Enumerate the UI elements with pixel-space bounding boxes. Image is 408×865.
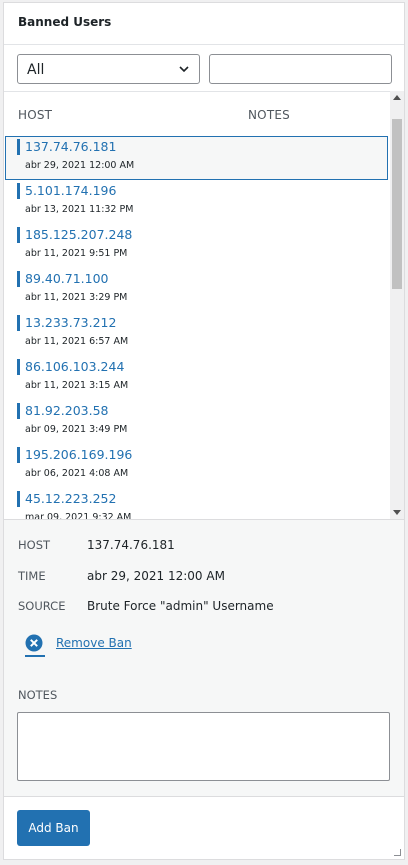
detail-host-label: HOST: [18, 538, 51, 552]
column-header-host: HOST: [18, 108, 53, 122]
row-indicator-bar: [17, 403, 20, 419]
remove-ban-label[interactable]: Remove Ban: [56, 636, 132, 650]
list-item[interactable]: 185.125.207.248 abr 11, 2021 9:51 PM: [5, 224, 389, 268]
notes-label: NOTES: [18, 688, 58, 702]
ban-detail: HOST 137.74.76.181 TIME abr 29, 2021 12:…: [4, 519, 404, 797]
row-date: abr 11, 2021 6:57 AM: [25, 336, 129, 347]
list-item[interactable]: 195.206.169.196 abr 06, 2021 4:08 AM: [5, 444, 389, 488]
chevron-down-icon: [179, 66, 189, 73]
list-rows: 137.74.76.181 abr 29, 2021 12:00 AM 5.101.…: [4, 136, 390, 519]
filter-select[interactable]: All: [17, 54, 200, 84]
row-host-ip[interactable]: 89.40.71.100: [25, 271, 109, 286]
search-input[interactable]: [209, 54, 392, 84]
column-header-notes: NOTES: [248, 108, 290, 122]
list-item[interactable]: 13.233.73.212 abr 11, 2021 6:57 AM: [5, 312, 389, 356]
list-item[interactable]: 5.101.174.196 abr 13, 2021 11:32 PM: [5, 180, 389, 224]
row-indicator-bar: [17, 139, 20, 155]
row-indicator-bar: [17, 359, 20, 375]
row-host-ip[interactable]: 45.12.223.252: [25, 491, 116, 506]
scroll-down-arrow[interactable]: [393, 510, 401, 515]
list-scrollbar[interactable]: [390, 91, 404, 519]
title-divider: [4, 44, 404, 45]
row-host-ip[interactable]: 86.106.103.244: [25, 359, 124, 374]
scroll-up-arrow[interactable]: [393, 95, 401, 100]
row-date: abr 11, 2021 3:15 AM: [25, 380, 129, 391]
row-indicator-bar: [17, 271, 20, 287]
row-host-ip[interactable]: 5.101.174.196: [25, 183, 116, 198]
row-date: abr 11, 2021 9:51 PM: [25, 248, 128, 259]
list-item[interactable]: 86.106.103.244 abr 11, 2021 3:15 AM: [5, 356, 389, 400]
list-item[interactable]: 45.12.223.252 mar 09, 2021 9:32 AM: [5, 488, 389, 519]
banned-users-panel: Banned Users All HOST NOTES 137.74.76.18…: [3, 2, 405, 860]
list-item[interactable]: 89.40.71.100 abr 11, 2021 3:29 PM: [5, 268, 389, 312]
row-indicator-bar: [17, 183, 20, 199]
row-indicator-bar: [17, 315, 20, 331]
list-item[interactable]: 137.74.76.181 abr 29, 2021 12:00 AM: [5, 136, 388, 180]
row-indicator-bar: [17, 447, 20, 463]
detail-time-label: TIME: [18, 569, 46, 583]
detail-time-value: abr 29, 2021 12:00 AM: [87, 569, 225, 583]
resize-grip-icon[interactable]: [394, 849, 401, 856]
footer-divider: [4, 796, 404, 797]
row-host-ip[interactable]: 81.92.203.58: [25, 403, 109, 418]
scroll-thumb[interactable]: [392, 119, 402, 289]
banned-users-list: HOST NOTES 137.74.76.181 abr 29, 2021 12:…: [4, 91, 390, 519]
row-date: abr 13, 2021 11:32 PM: [25, 204, 134, 215]
detail-host-value: 137.74.76.181: [87, 538, 175, 552]
detail-source-label: SOURCE: [18, 599, 66, 613]
close-circle-icon: [25, 634, 43, 652]
row-indicator-bar: [17, 227, 20, 243]
row-date: abr 09, 2021 3:49 PM: [25, 424, 128, 435]
row-date: mar 09, 2021 9:32 AM: [25, 512, 132, 519]
panel-title: Banned Users: [18, 15, 112, 29]
row-host-ip[interactable]: 13.233.73.212: [25, 315, 116, 330]
filter-select-value: All: [27, 62, 45, 78]
detail-source-value: Brute Force "admin" Username: [87, 599, 274, 613]
row-host-ip[interactable]: 185.125.207.248: [25, 227, 132, 242]
notes-textarea[interactable]: [17, 712, 390, 781]
row-host-ip[interactable]: 137.74.76.181: [25, 139, 116, 154]
remove-icon-underline: [25, 655, 45, 657]
list-item[interactable]: 81.92.203.58 abr 09, 2021 3:49 PM: [5, 400, 389, 444]
row-date: abr 06, 2021 4:08 AM: [25, 468, 129, 479]
row-date: abr 29, 2021 12:00 AM: [25, 160, 135, 171]
row-host-ip[interactable]: 195.206.169.196: [25, 447, 132, 462]
add-ban-button[interactable]: Add Ban: [17, 810, 90, 846]
row-indicator-bar: [17, 491, 20, 507]
row-date: abr 11, 2021 3:29 PM: [25, 292, 128, 303]
